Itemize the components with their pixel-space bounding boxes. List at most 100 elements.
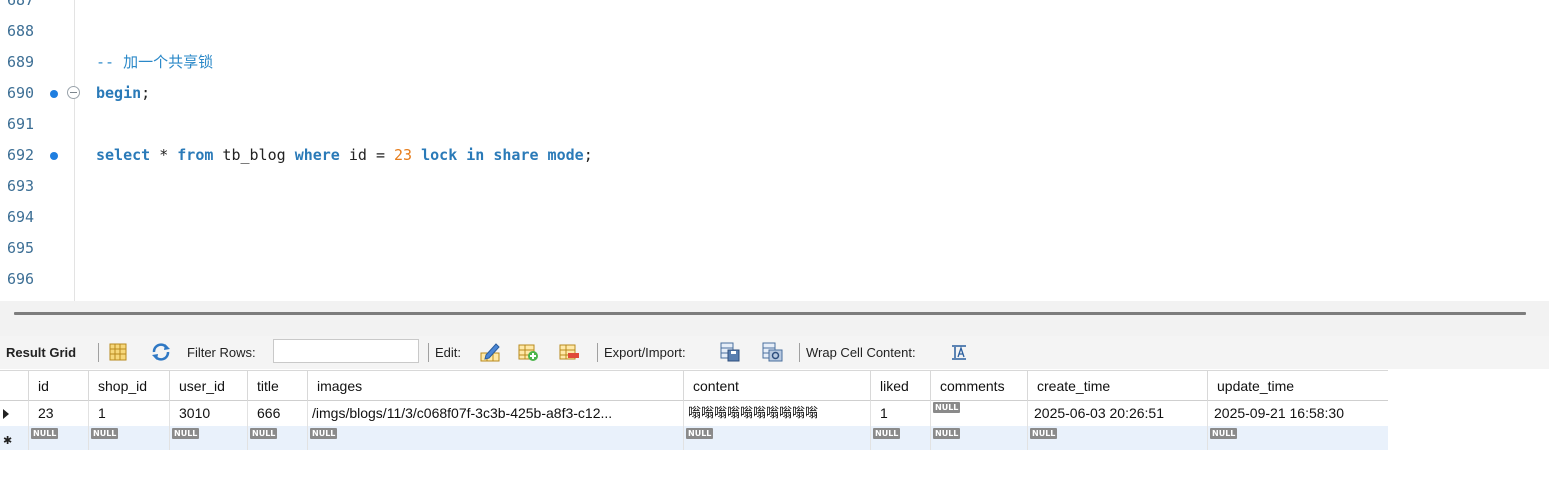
line-number: 693 — [7, 177, 35, 195]
keyword-from: from — [177, 146, 214, 164]
new-row[interactable]: ✱ NULL NULL NULL NULL NULL NULL NULL NUL… — [0, 426, 1388, 450]
column-header-content[interactable]: content — [683, 371, 870, 401]
code-line-693[interactable]: 693 — [0, 171, 1549, 202]
null-badge: NULL — [310, 428, 338, 439]
line-number: 692 — [7, 146, 35, 164]
fold-collapse-icon[interactable] — [67, 86, 80, 99]
code-line-690[interactable]: 690 begin; — [0, 78, 1549, 109]
null-badge: NULL — [250, 428, 278, 439]
toolbar-divider — [428, 343, 429, 362]
cell-update-time[interactable]: NULL — [1207, 426, 1388, 450]
cell-user-id[interactable]: NULL — [169, 426, 247, 450]
cell-shop-id[interactable]: 1 — [88, 401, 169, 426]
code-line-695[interactable]: 695 — [0, 233, 1549, 264]
toolbar-divider — [597, 343, 598, 362]
line-number: 687 — [7, 0, 35, 9]
code-line-694[interactable]: 694 — [0, 202, 1549, 233]
statement-marker-icon[interactable] — [50, 90, 58, 98]
code-line-696[interactable]: 696 — [0, 264, 1549, 295]
keyword-lock-in-share-mode: lock in share mode — [421, 146, 584, 164]
column-header-liked[interactable]: liked — [870, 371, 930, 401]
null-badge: NULL — [91, 428, 119, 439]
code-line-691[interactable]: 691 — [0, 109, 1549, 140]
column-header-images[interactable]: images — [307, 371, 683, 401]
edit-cell-icon[interactable] — [479, 341, 501, 363]
statement-marker-icon[interactable] — [50, 152, 58, 160]
filter-rows-label: Filter Rows: — [187, 345, 256, 360]
cell-id[interactable]: NULL — [28, 426, 88, 450]
grid-header: id shop_id user_id title images content … — [0, 370, 1388, 401]
cell-create-time[interactable]: NULL — [1027, 426, 1207, 450]
code-line-692[interactable]: 692 select * from tb_blog where id = 23 … — [0, 140, 1549, 171]
semicolon: ; — [141, 84, 151, 102]
toolbar-divider — [98, 343, 99, 362]
wrap-cell-content-label: Wrap Cell Content: — [806, 345, 916, 360]
line-number: 689 — [7, 53, 35, 71]
column-header-create-time[interactable]: create_time — [1027, 371, 1207, 401]
column-header-shop-id[interactable]: shop_id — [88, 371, 169, 401]
export-import-label: Export/Import: — [604, 345, 686, 360]
null-badge: NULL — [172, 428, 200, 439]
export-icon[interactable] — [719, 341, 741, 363]
column-header-id[interactable]: id — [28, 371, 88, 401]
cell-liked[interactable]: 1 — [870, 401, 930, 426]
keyword-select: select — [96, 146, 151, 164]
cell-user-id[interactable]: 3010 — [169, 401, 247, 426]
column-header-comments[interactable]: comments — [930, 371, 1027, 401]
null-badge: NULL — [933, 402, 961, 413]
code-text: * — [150, 146, 178, 164]
code-line-688[interactable]: 688 — [0, 16, 1549, 47]
cell-update-time[interactable]: 2025-09-21 16:58:30 — [1207, 401, 1388, 426]
null-badge: NULL — [1030, 428, 1058, 439]
code-text: id = — [339, 146, 395, 164]
line-number: 691 — [7, 115, 35, 133]
code-line-687[interactable]: 687 — [0, 0, 1549, 16]
sql-editor[interactable]: 687 688 689 -- 加一个共享锁 690 begin; 691 692… — [0, 0, 1549, 301]
sql-statement: select * from tb_blog where id = 23 lock… — [96, 140, 593, 171]
cell-create-time[interactable]: 2025-06-03 20:26:51 — [1027, 401, 1207, 426]
column-header-title[interactable]: title — [247, 371, 307, 401]
sql-comment: -- 加一个共享锁 — [96, 53, 214, 71]
wrap-text-icon[interactable] — [948, 341, 970, 363]
column-header-update-time[interactable]: update_time — [1207, 371, 1388, 401]
cell-content[interactable]: NULL — [683, 426, 870, 450]
panel-splitter[interactable] — [0, 301, 1549, 336]
cell-images[interactable]: NULL — [307, 426, 683, 450]
cell-liked[interactable]: NULL — [870, 426, 930, 450]
null-badge: NULL — [686, 428, 714, 439]
import-icon[interactable] — [761, 341, 783, 363]
table-row[interactable]: 23 1 3010 666 /imgs/blogs/11/3/c068f07f-… — [0, 401, 1388, 426]
cell-comments[interactable]: NULL — [930, 426, 1027, 450]
grid-view-icon[interactable] — [107, 341, 129, 363]
toolbar-divider — [799, 343, 800, 362]
new-row-indicator-icon: ✱ — [3, 435, 13, 447]
cell-title[interactable]: NULL — [247, 426, 307, 450]
null-badge: NULL — [1210, 428, 1238, 439]
code-line-689[interactable]: 689 -- 加一个共享锁 — [0, 47, 1549, 78]
code-text: tb_blog — [213, 146, 295, 164]
filter-rows-input[interactable] — [273, 339, 419, 363]
add-row-icon[interactable] — [517, 341, 539, 363]
line-number: 690 — [7, 84, 35, 102]
line-number: 696 — [7, 270, 35, 288]
cell-comments[interactable]: NULL — [930, 401, 1027, 426]
cell-images[interactable]: /imgs/blogs/11/3/c068f07f-3c3b-425b-a8f3… — [307, 401, 683, 426]
sql-statement: begin; — [96, 78, 150, 109]
result-grid-tab[interactable]: Result Grid — [6, 345, 76, 360]
cell-content[interactable]: 嗡嗡嗡嗡嗡嗡嗡嗡嗡嗡 — [683, 401, 870, 426]
current-row-indicator-icon — [3, 409, 9, 419]
cell-shop-id[interactable]: NULL — [88, 426, 169, 450]
delete-row-icon[interactable] — [558, 341, 580, 363]
null-badge: NULL — [873, 428, 901, 439]
line-number: 688 — [7, 22, 35, 40]
cell-id[interactable]: 23 — [28, 401, 88, 426]
cell-title[interactable]: 666 — [247, 401, 307, 426]
splitter-handle[interactable] — [14, 312, 1526, 315]
line-number: 695 — [7, 239, 35, 257]
semicolon: ; — [583, 146, 593, 164]
null-badge: NULL — [31, 428, 59, 439]
edit-label: Edit: — [435, 345, 462, 360]
column-header-user-id[interactable]: user_id — [169, 371, 247, 401]
refresh-icon[interactable] — [150, 341, 172, 363]
